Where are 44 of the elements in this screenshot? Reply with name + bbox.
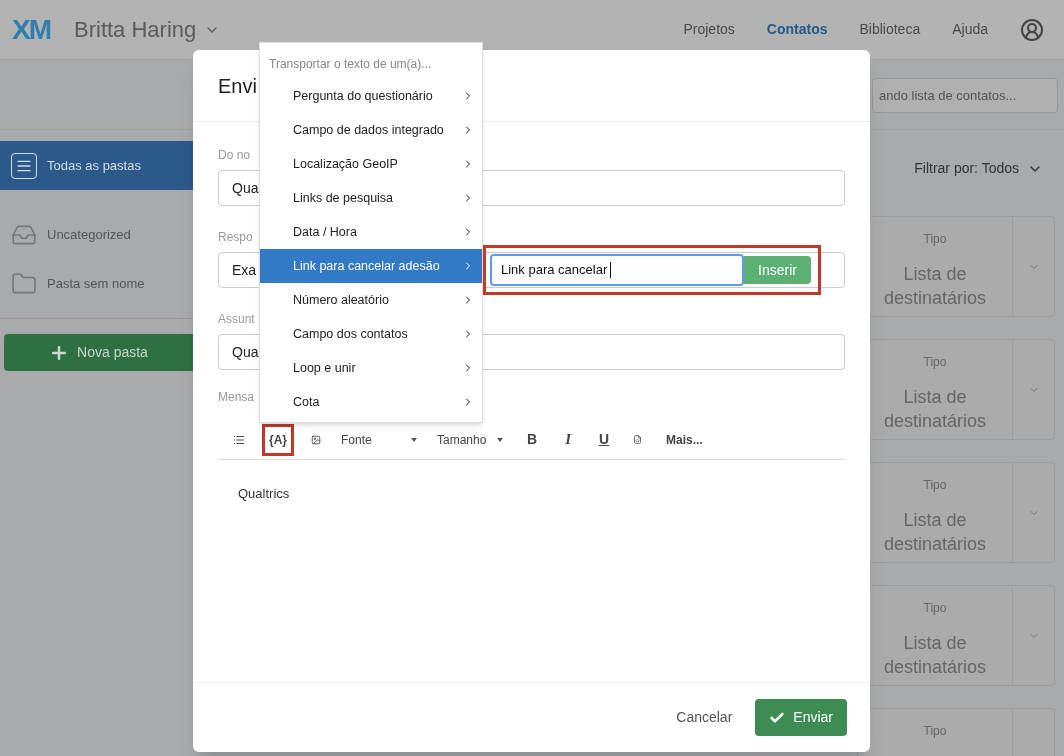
card-label: Tipo: [923, 231, 947, 248]
card-value: Lista de destinatários: [882, 386, 988, 433]
toolbar-button[interactable]: Mais...: [659, 423, 710, 456]
card-label: Tipo: [923, 354, 947, 371]
field-label: Respo: [218, 229, 253, 246]
nav-link[interactable]: Projetos: [683, 19, 735, 40]
card-value: Lista de destinatários: [882, 509, 988, 556]
field-label: Mensa: [218, 389, 255, 406]
card-label: Tipo: [923, 723, 947, 740]
menu-header: Transportar o texto de um(a)...: [268, 56, 433, 73]
bold-button[interactable]: B: [520, 426, 545, 453]
editor-text: Qualtrics: [238, 485, 291, 503]
piped-text-input[interactable]: Link para cancelar: [490, 254, 744, 286]
menu-item[interactable]: Data / Hora: [260, 215, 482, 249]
caret-icon: [411, 437, 417, 442]
logo: XM: [12, 12, 50, 47]
menu-item[interactable]: Cota: [260, 385, 482, 419]
cancel-button[interactable]: Cancelar: [676, 707, 733, 728]
folder-item[interactable]: Todas as pastas: [0, 141, 193, 190]
menu-item[interactable]: Pergunta do questionário: [260, 79, 482, 113]
toolbar-dropdown[interactable]: Fonte: [338, 427, 420, 452]
card-label: Tipo: [923, 600, 947, 617]
user-icon[interactable]: [1020, 17, 1044, 42]
dialog-title: Envi: [218, 73, 257, 99]
menu-item[interactable]: Link para cancelar adesão: [260, 249, 482, 283]
new-folder-button[interactable]: Nova pasta: [4, 334, 193, 371]
field-label: Do no: [218, 147, 251, 164]
list-icon: [11, 152, 37, 179]
menu-item[interactable]: Número aleatório: [260, 283, 482, 317]
filter-dropdown[interactable]: Filtrar por: Todos: [914, 158, 1043, 179]
italic-button[interactable]: I: [558, 425, 578, 454]
search-field[interactable]: ando lista de contatos...: [872, 78, 1058, 113]
nav-link[interactable]: Biblioteca: [859, 19, 921, 40]
toolbar-button[interactable]: {A}: [262, 423, 294, 456]
menu-item[interactable]: Campo de dados integrado: [260, 113, 482, 147]
field-label: Assunt: [218, 311, 255, 328]
card-value: Lista de destinatários: [882, 632, 988, 679]
caret-icon: [497, 437, 503, 442]
underline-button[interactable]: U: [592, 426, 617, 453]
card-label: Tipo: [923, 477, 947, 494]
card-value: Lista de destinatários: [882, 263, 988, 310]
toolbar-dropdown[interactable]: Tamanho: [434, 427, 506, 452]
send-button[interactable]: Enviar: [755, 699, 847, 736]
nav-link[interactable]: Ajuda: [952, 19, 988, 40]
